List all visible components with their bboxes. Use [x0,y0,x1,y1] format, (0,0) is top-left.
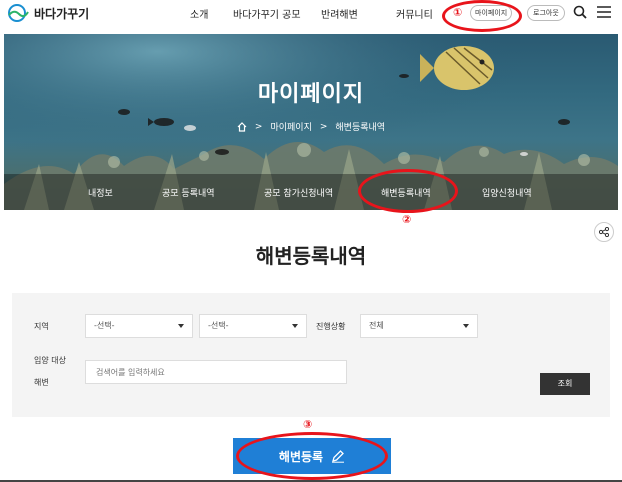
pencil-icon [332,450,345,463]
nav-item-beach[interactable]: 반려해변 [321,6,358,21]
site-header: 바다가꾸기 소개 바다가꾸기 공모 반려해변 커뮤니티 마이페이지 로그아웃 [0,0,622,30]
region-label: 지역 [34,322,49,331]
logout-button[interactable]: 로그아웃 [527,5,565,21]
status-select[interactable]: 전체 [360,314,478,338]
mypage-button[interactable]: 마이페이지 [470,5,513,21]
region-select-1[interactable]: -선택- [85,314,193,338]
breadcrumb-item-mypage[interactable]: 마이페이지 [270,120,311,133]
tab-my-info[interactable]: 내정보 [88,186,113,199]
nav-item-intro[interactable]: 소개 [190,6,208,21]
mypage-tabs: 내정보 공모 등록내역 공모 참가신청내역 해변등록내역 입양신청내역 [4,180,618,202]
hamburger-menu-icon[interactable] [597,6,611,18]
beach-register-button[interactable]: 해변등록 [233,438,391,474]
banner-title: 마이페이지 [257,82,365,107]
status-select-value: 전체 [369,321,384,330]
share-button[interactable] [594,222,614,242]
register-button-label: 해변등록 [278,449,324,464]
beach-search-input[interactable] [85,360,347,384]
wave-logo-icon [8,4,29,22]
chevron-down-icon [463,324,469,328]
breadcrumb-item-current: 해변등록내역 [335,123,386,133]
home-icon[interactable] [237,121,247,132]
region-select-2-value: -선택- [208,321,229,330]
page-banner: 마이페이지 > 마이페이지 > 해변등록내역 내정보 공모 등록내역 공모 참가… [4,34,618,210]
chevron-right-icon: > [254,121,263,132]
annotation-number-3: ③ [303,418,313,431]
breadcrumb: > 마이페이지 > 해변등록내역 [4,120,618,133]
region-select-1-value: -선택- [94,321,115,330]
annotation-number-1: ① [453,6,463,19]
tab-beach-registrations[interactable]: 해변등록내역 [381,186,431,199]
status-label: 진행상황 [316,322,346,331]
chevron-down-icon [178,324,184,328]
logo-text: 바다가꾸기 [34,6,90,21]
region-select-2[interactable]: -선택- [199,314,307,338]
nav-item-contest[interactable]: 바다가꾸기 공모 [233,6,301,21]
search-icon[interactable] [573,5,587,19]
target-beach-label-2: 해변 [34,378,49,387]
query-button[interactable]: 조회 [540,373,590,395]
share-icon [599,227,609,237]
annotation-number-2: ② [402,213,412,226]
chevron-right-icon: > [319,121,328,132]
page-title: 해변등록내역 [255,244,367,268]
chevron-down-icon [292,324,298,328]
tab-adoption-applications[interactable]: 입양신청내역 [482,186,532,199]
target-beach-label: 입양 대상 [34,356,66,365]
nav-item-community[interactable]: 커뮤니티 [396,6,433,21]
site-logo[interactable]: 바다가꾸기 [6,4,89,22]
search-filter-panel: 지역 -선택- -선택- 진행상황 전체 입양 대상 해변 조회 [12,293,610,417]
tab-contest-registrations[interactable]: 공모 등록내역 [162,186,215,199]
tab-contest-applications[interactable]: 공모 참가신청내역 [264,186,333,199]
